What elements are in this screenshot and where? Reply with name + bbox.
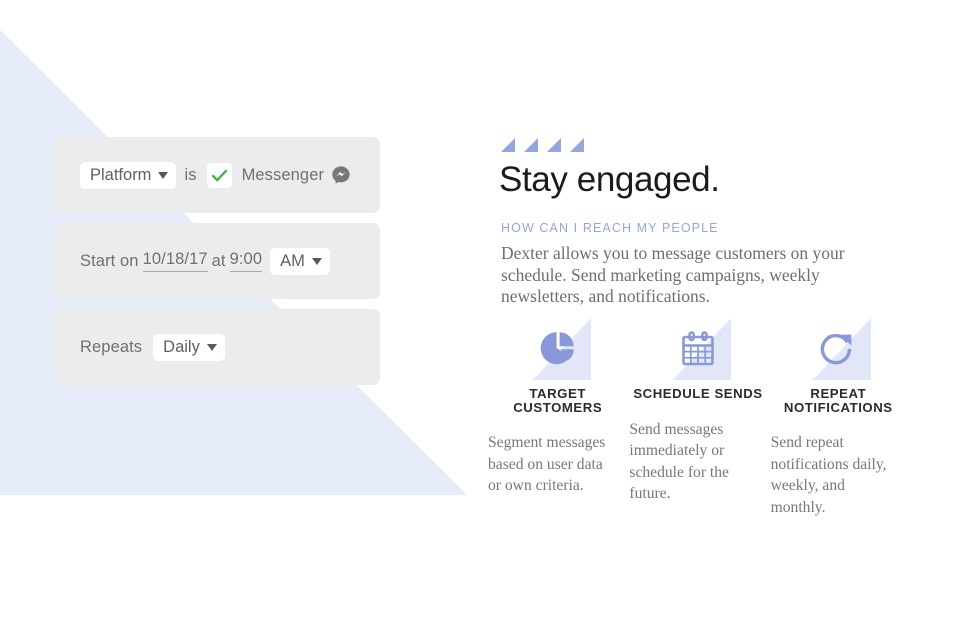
intro-paragraph: Dexter allows you to message customers o…: [501, 243, 845, 306]
marketing-copy-panel: Stay engaged. HOW CAN I REACH MY PEOPLE …: [488, 0, 921, 627]
chevron-down-icon: [206, 343, 217, 351]
section-eyebrow-label: HOW CAN I REACH MY PEOPLE: [501, 221, 719, 235]
repeat-rule-card[interactable]: Repeats Daily: [53, 309, 380, 385]
feature-icon-wrap: [627, 318, 768, 380]
frequency-select-label: Daily: [163, 337, 200, 356]
triangle-marker-icon: [570, 138, 584, 152]
feature-title-line-2: CUSTOMERS: [513, 399, 603, 415]
feature-description: Segment messages based on user data or o…: [488, 434, 606, 494]
feature-repeat-notifications: REPEAT NOTIFICATIONS Send repeat notific…: [769, 318, 908, 518]
platform-rule-card[interactable]: Platform is Messenger: [53, 137, 380, 213]
rule-builder-panel: Platform is Messenger Start on 10/18/17 …: [0, 0, 470, 627]
repeat-refresh-icon: [821, 333, 852, 365]
pie-chart-icon: [540, 332, 574, 365]
repeats-label: Repeats: [80, 337, 143, 356]
feature-title-line-1: REPEAT: [810, 386, 867, 401]
check-icon: [206, 162, 232, 188]
schedule-rule-card[interactable]: Start on 10/18/17 at 9:00 AM: [53, 223, 380, 299]
feature-list: TARGET CUSTOMERS Segment messages based …: [488, 318, 908, 518]
platform-connector-label: is: [184, 165, 197, 184]
feature-title: SCHEDULE SENDS: [627, 387, 768, 401]
start-date-field[interactable]: 10/18/17: [142, 250, 208, 272]
triangle-marker-icon: [547, 138, 561, 152]
feature-icon-wrap: [769, 318, 908, 380]
feature-title: REPEAT NOTIFICATIONS: [769, 387, 908, 414]
platform-select[interactable]: Platform: [80, 161, 177, 189]
feature-title: TARGET CUSTOMERS: [488, 387, 627, 414]
calendar-icon: [682, 331, 714, 366]
at-label: at: [211, 251, 226, 270]
feature-description: Send messages immediately or schedule fo…: [629, 420, 729, 503]
chevron-down-icon: [158, 171, 169, 179]
start-time-field[interactable]: 9:00: [229, 250, 263, 272]
feature-title-line-1: SCHEDULE SENDS: [633, 386, 763, 401]
meridiem-select-label: AM: [280, 251, 305, 270]
messenger-icon: [331, 165, 351, 185]
decorative-arrow-row: [501, 138, 584, 152]
platform-value-label: Messenger: [241, 165, 325, 184]
triangle-marker-icon: [501, 138, 515, 152]
feature-target-customers: TARGET CUSTOMERS Segment messages based …: [488, 318, 627, 518]
feature-schedule-sends: SCHEDULE SENDS Send messages immediately…: [627, 318, 768, 518]
feature-icon-wrap: [488, 318, 627, 380]
page-title: Stay engaged.: [499, 160, 720, 199]
feature-title-line-2: NOTIFICATIONS: [783, 399, 893, 415]
feature-title-line-1: TARGET: [529, 386, 586, 401]
chevron-down-icon: [311, 257, 322, 265]
start-on-label: Start on: [80, 251, 139, 270]
platform-select-label: Platform: [90, 165, 152, 184]
meridiem-select[interactable]: AM: [270, 247, 330, 275]
triangle-marker-icon: [524, 138, 538, 152]
frequency-select[interactable]: Daily: [153, 333, 225, 361]
feature-description: Send repeat notifications daily, weekly,…: [770, 434, 887, 516]
